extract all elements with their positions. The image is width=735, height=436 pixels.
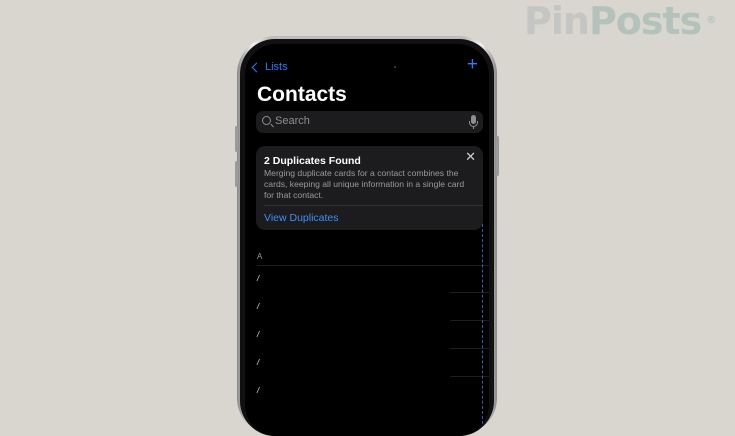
chevron-left-icon [251,62,262,72]
registered-mark: ® [706,15,716,26]
microphone-icon[interactable] [469,115,478,129]
alphabet-index-scrubber[interactable] [482,224,484,424]
duplicates-title: 2 Duplicates Found [264,155,361,167]
volume-up-button [235,126,238,152]
volume-down-button [235,161,238,187]
watermark-pin: Pin [524,0,590,43]
contact-row[interactable]: / [257,302,259,311]
contact-row[interactable]: / [257,386,259,395]
phone-frame: Lists + Contacts Search 2 Duplicates Fou… [235,36,499,436]
search-icon [262,116,271,125]
add-contact-button[interactable]: + [467,55,478,75]
camera-dot [394,66,396,68]
phone-bezel: Lists + Contacts Search 2 Duplicates Fou… [240,39,494,436]
search-placeholder: Search [275,115,310,127]
duplicates-card: 2 Duplicates Found ✕ Merging duplicate c… [256,146,483,230]
page-title: Contacts [257,83,347,106]
power-button [496,136,499,176]
contact-row[interactable]: / [257,274,259,283]
close-icon[interactable]: ✕ [465,150,476,164]
duplicates-description: Merging duplicate cards for a contact co… [264,168,465,200]
card-divider [264,205,483,206]
back-label: Lists [265,61,288,73]
search-field[interactable]: Search [256,111,483,133]
contacts-screen: Lists + Contacts Search 2 Duplicates Fou… [245,44,489,436]
section-header-a: A [257,252,263,261]
watermark-posts: Posts [588,0,702,43]
list-separator [257,265,489,266]
contact-row[interactable]: / [257,358,259,367]
pinposts-watermark: PinPosts ® [524,0,716,43]
contact-row[interactable]: / [257,330,259,339]
back-to-lists-button[interactable]: Lists [251,61,288,73]
view-duplicates-link[interactable]: View Duplicates [264,212,339,224]
